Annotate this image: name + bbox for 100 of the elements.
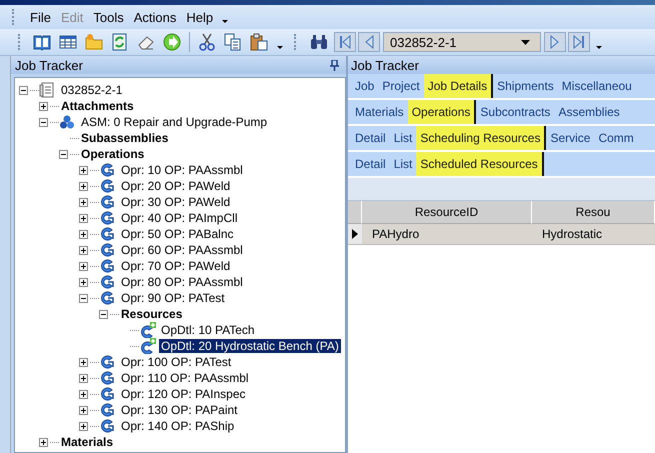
pin-icon[interactable] [330, 60, 339, 70]
folder-icon[interactable] [85, 33, 103, 51]
tree-item[interactable]: Opr: 120 OP: PAInspec [119, 387, 248, 401]
expand-toggle[interactable] [39, 438, 48, 446]
table-icon[interactable] [59, 33, 77, 51]
expand-toggle[interactable] [79, 198, 88, 206]
tree-item[interactable]: OpDtl: 10 PATech [159, 323, 257, 337]
menu-item[interactable]: Actions [128, 8, 182, 26]
operation-icon [99, 354, 116, 370]
table-cell: Hydrostatic [532, 224, 655, 245]
tree-item[interactable]: Materials [59, 435, 116, 449]
tree-item[interactable]: Opr: 100 OP: PATest [119, 355, 234, 369]
scissors-icon[interactable] [198, 33, 216, 51]
tree-item[interactable]: Opr: 40 OP: PAImpCll [119, 211, 240, 225]
tree-item[interactable]: Opr: 130 OP: PAPaint [119, 403, 240, 417]
tab[interactable]: Operations [408, 100, 476, 124]
tab[interactable]: Comm [594, 126, 638, 150]
tree-item[interactable]: Resources [119, 307, 184, 321]
next-icon [549, 35, 561, 49]
tab[interactable]: Miscellaneou [558, 74, 636, 98]
refresh-icon[interactable] [111, 33, 129, 51]
job-combo-box[interactable]: 032852-2-1 [383, 32, 541, 52]
binoculars-icon[interactable] [309, 33, 329, 51]
menu-item[interactable]: File [25, 8, 56, 26]
tab[interactable]: Scheduled Resources [416, 152, 544, 176]
collapse-toggle[interactable] [39, 118, 48, 126]
tab[interactable]: Detail [351, 126, 390, 150]
tree-item[interactable]: Subassemblies [79, 131, 170, 145]
tree-item[interactable]: Opr: 30 OP: PAWeld [119, 195, 232, 209]
expand-toggle[interactable] [79, 358, 88, 366]
tree-item[interactable]: Opr: 20 OP: PAWeld [119, 179, 232, 193]
document-icon [39, 82, 56, 98]
next-button[interactable] [544, 32, 566, 52]
tab[interactable]: Assemblies [554, 100, 624, 124]
expand-toggle[interactable] [79, 278, 88, 286]
tree-item[interactable]: Opr: 110 OP: PAAssmbl [119, 371, 251, 385]
tree-item[interactable]: Opr: 50 OP: PABalnc [119, 227, 236, 241]
caret-icon[interactable] [276, 44, 284, 50]
caret-icon[interactable] [221, 18, 230, 24]
caret-icon[interactable] [595, 44, 603, 50]
expand-toggle[interactable] [79, 374, 88, 382]
tab[interactable]: Service [546, 126, 594, 150]
operation-icon [99, 226, 116, 242]
tab[interactable]: List [390, 126, 416, 150]
menu-item[interactable]: Tools [88, 8, 129, 26]
tab[interactable]: Job [351, 74, 378, 98]
tab[interactable]: Detail [351, 152, 390, 176]
paste-icon[interactable] [250, 33, 268, 51]
menu-item[interactable]: Help [181, 8, 218, 26]
column-header[interactable]: ResourceID [362, 201, 532, 224]
expand-toggle[interactable] [79, 246, 88, 254]
tab[interactable]: Job Details [424, 74, 494, 98]
first-icon [339, 35, 351, 49]
last-button[interactable] [568, 32, 590, 52]
expand-toggle[interactable] [39, 102, 48, 110]
first-button[interactable] [334, 32, 356, 52]
tree-item[interactable]: Opr: 140 OP: PAShip [119, 419, 236, 433]
tree-item[interactable]: Opr: 70 OP: PAWeld [119, 259, 232, 273]
forward-icon[interactable] [163, 33, 181, 51]
operation-icon [99, 274, 116, 290]
last-icon [573, 35, 585, 49]
operation-icon [99, 194, 116, 210]
column-header[interactable]: Resou [532, 201, 655, 224]
tab[interactable]: Shipments [493, 74, 558, 98]
expand-toggle[interactable] [79, 214, 88, 222]
tab[interactable]: Materials [351, 100, 408, 124]
collapse-toggle[interactable] [19, 86, 28, 94]
tree-item[interactable]: Opr: 60 OP: PAAssmbl [119, 243, 245, 257]
tree-item[interactable]: OpDtl: 20 Hydrostatic Bench (PA) [159, 339, 341, 353]
previous-button[interactable] [358, 32, 380, 52]
tree-item[interactable]: Opr: 80 OP: PAAssmbl [119, 275, 245, 289]
tab[interactable]: Scheduling Resources [416, 126, 546, 150]
collapse-toggle[interactable] [59, 150, 68, 158]
expand-toggle[interactable] [79, 262, 88, 270]
tab[interactable]: Subcontracts [476, 100, 554, 124]
operation-add-icon [139, 322, 156, 338]
expand-toggle[interactable] [79, 390, 88, 398]
tab[interactable]: List [390, 152, 416, 176]
previous-icon [363, 35, 375, 49]
operation-add-icon [139, 338, 156, 354]
tree-item[interactable]: 032852-2-1 [59, 83, 124, 97]
collapse-toggle[interactable] [79, 294, 88, 302]
expand-toggle[interactable] [79, 166, 88, 174]
tree-item[interactable]: Operations [79, 147, 146, 161]
expand-toggle[interactable] [79, 230, 88, 238]
tree-item[interactable]: ASM: 0 Repair and Upgrade-Pump [79, 115, 270, 129]
collapse-toggle[interactable] [99, 310, 108, 318]
tree-item[interactable]: Opr: 10 OP: PAAssmbl [119, 163, 245, 177]
copy-icon[interactable] [224, 33, 242, 51]
book-icon[interactable] [33, 33, 51, 51]
tree-item[interactable]: Attachments [59, 99, 136, 113]
tab[interactable]: Project [378, 74, 424, 98]
row-pointer-icon [352, 229, 358, 239]
tree-item[interactable]: Opr: 90 OP: PATest [119, 291, 227, 305]
operation-icon [99, 290, 116, 306]
row-header[interactable] [348, 224, 362, 245]
panel-title: Job Tracker [15, 58, 83, 72]
expand-toggle[interactable] [79, 422, 88, 430]
expand-toggle[interactable] [79, 406, 88, 414]
expand-toggle[interactable] [79, 182, 88, 190]
